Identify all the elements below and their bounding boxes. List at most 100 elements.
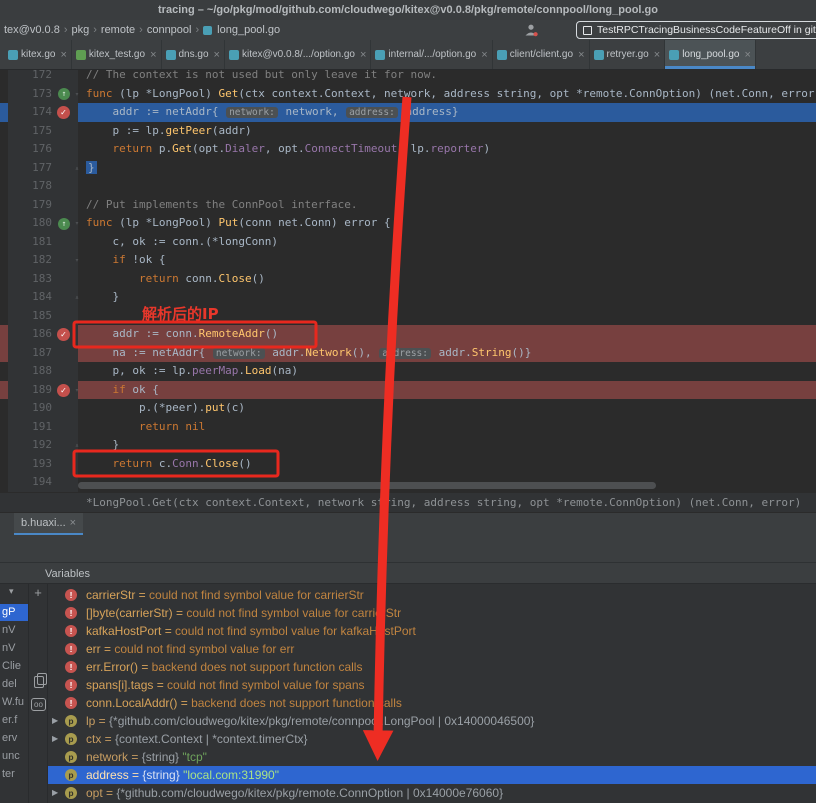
code-line-179[interactable]: 179// Put implements the ConnPool interf… [0,196,816,215]
variables-row-opt[interactable]: ▶popt = {*github.com/cloudwego/kitex/pkg… [48,784,816,802]
variables-row-carrierStr[interactable]: !carrierStr = could not find symbol valu… [48,586,816,604]
variables-row-conn.LocalAddr()[interactable]: !conn.LocalAddr() = backend does not sup… [48,694,816,712]
code-line-193[interactable]: 193 return c.Conn.Close() [0,455,816,474]
fold-icon[interactable]: ▿ [72,381,82,400]
code-line-192[interactable]: 192▵ } [0,436,816,455]
code-line-180[interactable]: 180↑▿func (lp *LongPool) Put(conn net.Co… [0,214,816,233]
gutter[interactable]: 186✓ [8,325,78,344]
variables-row-address[interactable]: paddress = {string} "local.com:31990" [48,766,816,784]
gutter[interactable]: 184▵ [8,288,78,307]
frame-item-fragment[interactable]: Clie [2,658,21,675]
chevron-down-icon[interactable]: ▾ [9,586,14,597]
editor-tab-retryer.go[interactable]: retryer.go× [590,40,666,69]
variables-row-spans[i].tags[interactable]: !spans[i].tags = could not find symbol v… [48,676,816,694]
code-line-186[interactable]: 186✓ addr := conn.RemoteAddr() [0,325,816,344]
close-icon[interactable]: × [654,49,660,61]
gutter[interactable]: 183 [8,270,78,289]
breadcrumb-item-long_pool.go[interactable]: long_pool.go [215,24,282,36]
fold-icon[interactable]: ▵ [72,288,82,307]
code-line-178[interactable]: 178 [0,177,816,196]
frame-item-fragment[interactable]: del [2,676,17,693]
debug-session-tab[interactable]: b.huaxi... × [14,513,83,535]
close-icon[interactable]: × [481,49,487,61]
gutter[interactable]: 177▵ [8,159,78,178]
close-icon[interactable]: × [360,49,366,61]
code-line-190[interactable]: 190 p.(*peer).put(c) [0,399,816,418]
code-line-191[interactable]: 191 return nil [0,418,816,437]
variables-row-ctx[interactable]: ▶pctx = {context.Context | *context.time… [48,730,816,748]
horizontal-scrollbar[interactable] [78,482,656,489]
editor-tab-client/client.go[interactable]: client/client.go× [493,40,590,69]
breakpoint-icon[interactable]: ✓ [57,106,70,119]
editor-tab-kitex_test.go[interactable]: kitex_test.go× [72,40,162,69]
code-line-182[interactable]: 182▿ if !ok { [0,251,816,270]
code-line-189[interactable]: 189✓▿ if ok { [0,381,816,400]
frame-item-fragment[interactable]: gP [0,604,28,621]
gutter[interactable]: 189✓▿ [8,381,78,400]
editor-tab-kitex@v0.0.8/.../option.go[interactable]: kitex@v0.0.8/.../option.go× [225,40,371,69]
gutter[interactable]: 188 [8,362,78,381]
code-line-176[interactable]: 176 return p.Get(opt.Dialer, opt.Connect… [0,140,816,159]
close-icon[interactable]: × [60,49,66,61]
editor-tab-dns.go[interactable]: dns.go× [162,40,225,69]
code-line-173[interactable]: 173↑▿func (lp *LongPool) Get(ctx context… [0,85,816,104]
frame-item-fragment[interactable]: er.f [2,712,17,729]
fold-icon[interactable]: ▿ [72,251,82,270]
gutter[interactable]: 174✓ [8,103,78,122]
frame-item-fragment[interactable]: unc [2,748,20,765]
breakpoint-icon[interactable]: ✓ [57,384,70,397]
gutter[interactable]: 187 [8,344,78,363]
code-line-187[interactable]: 187 na := netAddr{ network: addr.Network… [0,344,816,363]
variables-row-lp[interactable]: ▶plp = {*github.com/cloudwego/kitex/pkg/… [48,712,816,730]
fold-icon[interactable]: ▿ [72,85,82,104]
breakpoint-icon[interactable]: ✓ [57,328,70,341]
gutter[interactable]: 191 [8,418,78,437]
gutter[interactable]: 175 [8,122,78,141]
watches-icon[interactable]: oo [31,698,46,711]
variables-row-err.Error()[interactable]: !err.Error() = backend does not support … [48,658,816,676]
editor-tab-long_pool.go[interactable]: long_pool.go× [665,40,756,69]
gutter[interactable]: 172 [8,70,78,85]
frame-item-fragment[interactable]: W.fu [2,694,24,711]
gutter[interactable]: 178 [8,177,78,196]
implements-icon[interactable]: ↑ [58,88,70,100]
variables-row-[]byte(carrierStr)[interactable]: ![]byte(carrierStr) = could not find sym… [48,604,816,622]
code-line-183[interactable]: 183 return conn.Close() [0,270,816,289]
code-line-172[interactable]: 172// The context is not used but only l… [0,70,816,85]
implements-icon[interactable]: ↑ [58,218,70,230]
code-line-177[interactable]: 177▵} [0,159,816,178]
gutter[interactable]: 185 [8,307,78,326]
code-editor[interactable]: 172// The context is not used but only l… [0,70,816,492]
code-line-188[interactable]: 188 p, ok := lp.peerMap.Load(na) [0,362,816,381]
breadcrumb-item-tex@v0.0.8[interactable]: tex@v0.0.8 [2,24,62,36]
add-watch-button[interactable]: + [29,586,47,600]
code-line-181[interactable]: 181 c, ok := conn.(*longConn) [0,233,816,252]
close-icon[interactable]: × [70,517,76,529]
variables-row-kafkaHostPort[interactable]: !kafkaHostPort = could not find symbol v… [48,622,816,640]
code-line-174[interactable]: 174✓ addr := netAddr{ network: network, … [0,103,816,122]
fold-icon[interactable]: ▵ [72,159,82,178]
breadcrumb-item-connpool[interactable]: connpool [145,24,194,36]
variables-row-err[interactable]: !err = could not find symbol value for e… [48,640,816,658]
expand-chevron-icon[interactable]: ▶ [52,784,58,802]
gutter[interactable]: 193 [8,455,78,474]
frame-item-fragment[interactable]: erv [2,730,17,747]
frame-item-fragment[interactable]: nV [2,640,15,657]
gutter[interactable]: 180↑▿ [8,214,78,233]
close-icon[interactable]: × [150,49,156,61]
gutter[interactable]: 179 [8,196,78,215]
close-icon[interactable]: × [744,49,750,61]
close-icon[interactable]: × [578,49,584,61]
code-line-184[interactable]: 184▵ } [0,288,816,307]
copy-icon[interactable] [34,676,44,688]
gutter[interactable]: 176 [8,140,78,159]
editor-tab-kitex.go[interactable]: kitex.go× [4,40,72,69]
code-line-175[interactable]: 175 p := lp.getPeer(addr) [0,122,816,141]
gutter[interactable]: 181 [8,233,78,252]
fold-icon[interactable]: ▵ [72,436,82,455]
close-icon[interactable]: × [214,49,220,61]
variables-row-network[interactable]: pnetwork = {string} "tcp" [48,748,816,766]
gutter[interactable]: 192▵ [8,436,78,455]
fold-icon[interactable]: ▿ [72,214,82,233]
run-configuration-selector[interactable]: TestRPCTracingBusinessCodeFeatureOff in … [576,21,816,39]
